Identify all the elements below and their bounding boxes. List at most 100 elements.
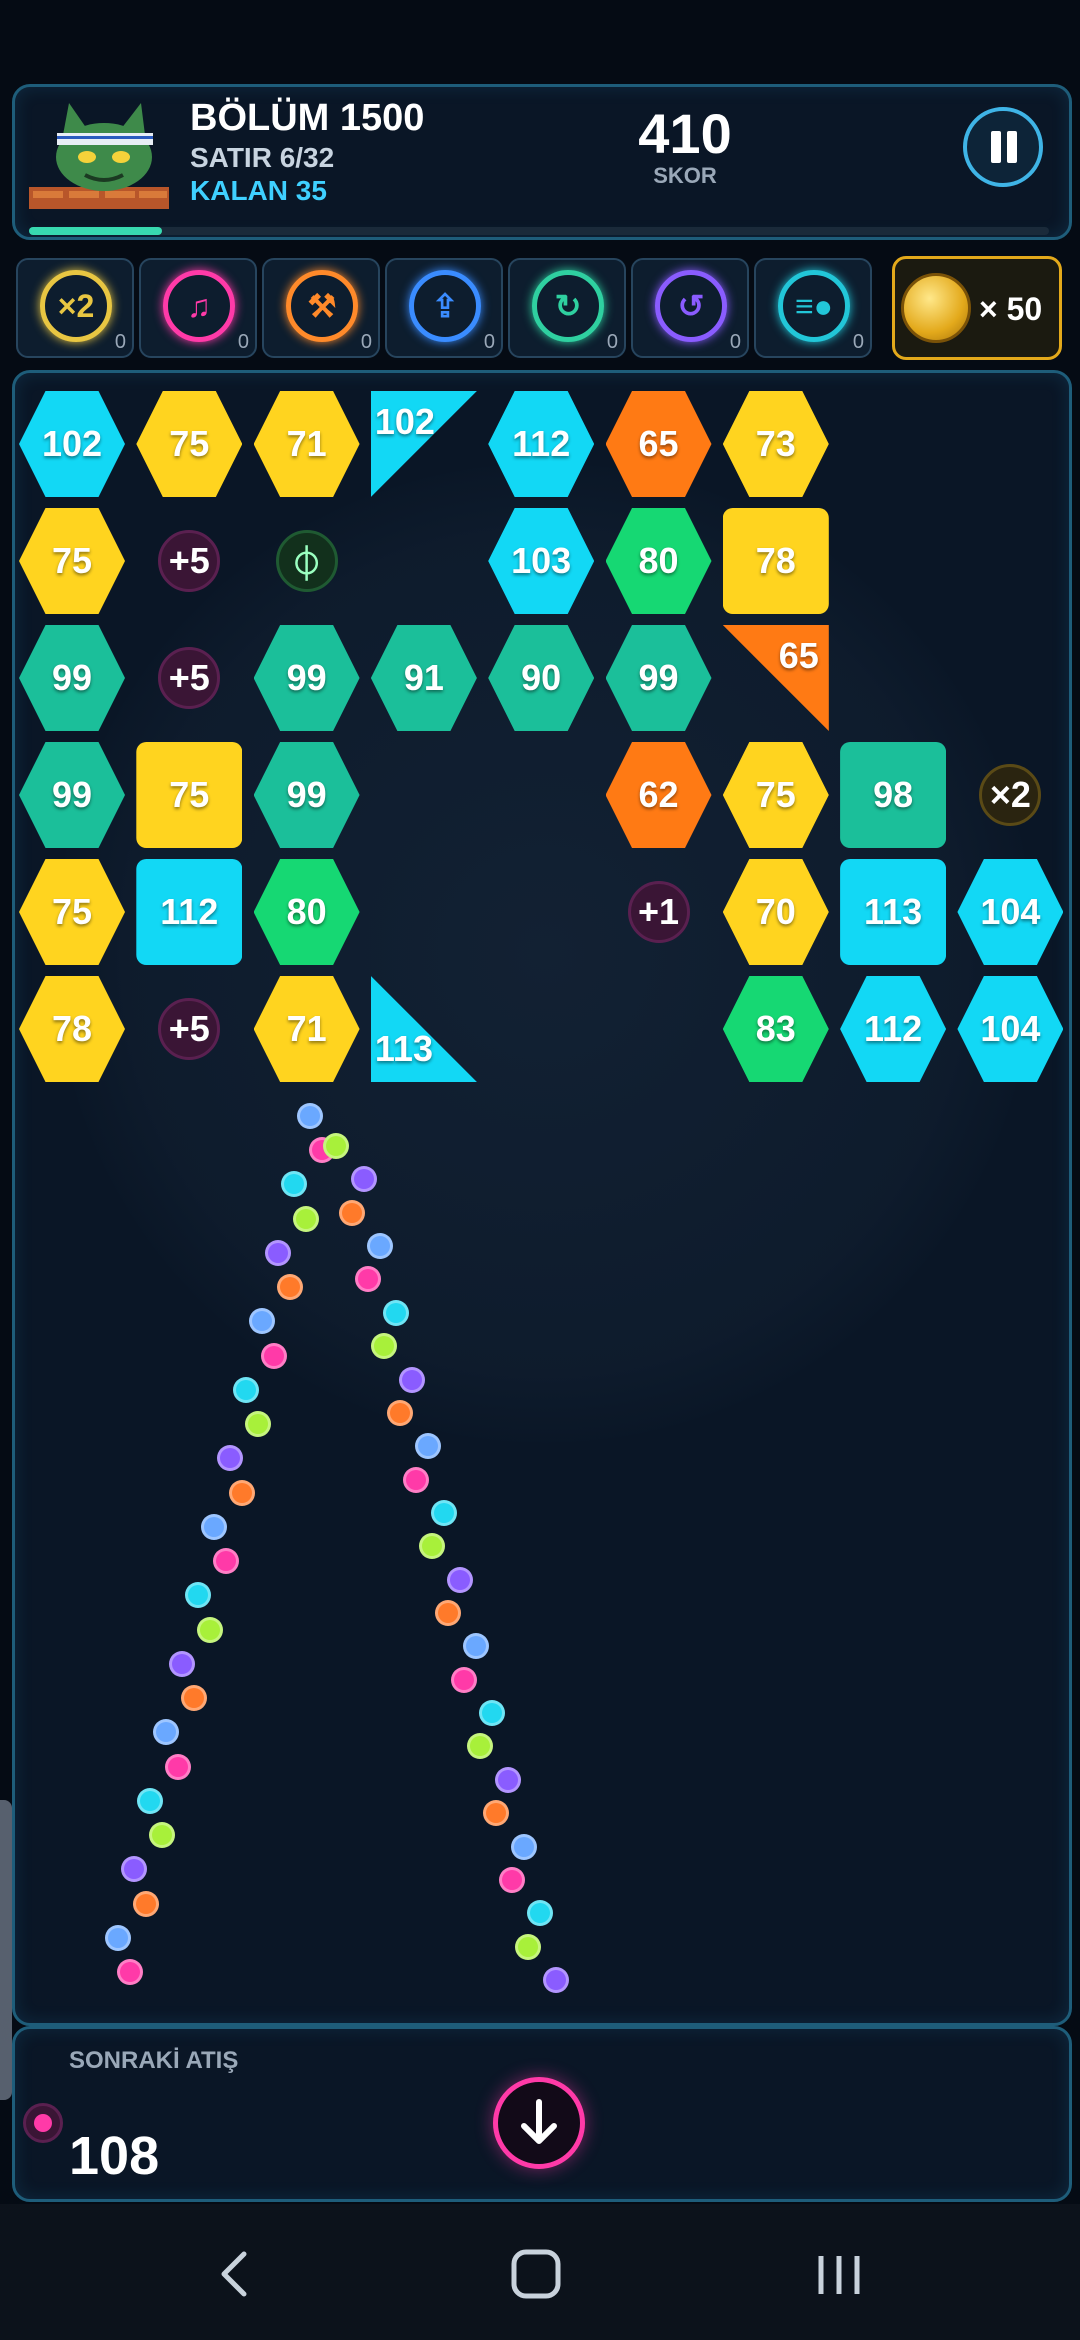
brick-value: 78 <box>755 540 796 581</box>
ball <box>213 1548 239 1575</box>
brick: 73 <box>722 391 829 497</box>
double-ball-icon: ×2 <box>57 288 95 324</box>
powerup-count: 0 <box>852 331 864 353</box>
coin-counter[interactable]: × 50 <box>892 256 1062 360</box>
level-title: BÖLÜM 1500 <box>190 97 425 139</box>
brick: 78 <box>722 508 829 614</box>
brick: 71 <box>253 391 360 497</box>
home-icon <box>511 2249 561 2299</box>
ball <box>121 1856 147 1883</box>
brick: 99 <box>19 742 125 848</box>
brick-value: 103 <box>511 540 572 581</box>
brick: 65 <box>605 391 712 497</box>
brick-value: 80 <box>286 891 327 932</box>
level-header: BÖLÜM 1500 SATIR 6/32 KALAN 35 410 SKOR <box>12 84 1072 240</box>
powerup-undo[interactable]: ↺ 0 <box>631 258 749 358</box>
brick-value: 102 <box>41 423 103 464</box>
ball <box>483 1800 509 1827</box>
brick-value: 62 <box>638 774 679 815</box>
brick: 102 <box>370 391 477 497</box>
speed-icon: ≡● <box>795 288 833 324</box>
brick-value: 112 <box>864 1008 923 1049</box>
brick-value: 75 <box>755 774 796 815</box>
powerup-count: 0 <box>606 331 618 353</box>
brick-value: 83 <box>755 1008 796 1049</box>
ball <box>367 1233 393 1260</box>
ball <box>447 1566 473 1593</box>
powerup-speed[interactable]: ≡● 0 <box>754 258 872 358</box>
brick-value: 73 <box>755 423 796 464</box>
brick-value: 75 <box>169 774 210 815</box>
brick: 75 <box>19 508 125 614</box>
brick: 90 <box>488 625 595 731</box>
ball <box>431 1499 457 1526</box>
powerup-count: 0 <box>237 331 249 353</box>
brick: 99 <box>605 625 712 731</box>
ball <box>233 1376 259 1403</box>
brick-value: 112 <box>512 423 571 464</box>
laser-pickup: ⏀ <box>275 530 338 592</box>
brick: 80 <box>605 508 712 614</box>
brick-value: 80 <box>638 540 679 581</box>
brick: 83 <box>722 976 829 1082</box>
brick-value: 113 <box>864 891 923 932</box>
brick: 75 <box>136 391 243 497</box>
powerup-double-ball[interactable]: ×2 0 <box>16 258 134 358</box>
recents-button[interactable] <box>805 2244 875 2304</box>
ball <box>185 1582 211 1609</box>
back-button[interactable] <box>200 2244 270 2304</box>
ball <box>137 1787 163 1814</box>
powerup-upload[interactable]: ⇪ 0 <box>385 258 503 358</box>
ball <box>117 1959 143 1985</box>
ball <box>511 1833 537 1860</box>
next-shot-label: SONRAKİ ATIŞ <box>69 2047 239 2074</box>
edge-panel-handle[interactable] <box>0 1800 12 2100</box>
powerup-music-note[interactable]: ♫ 0 <box>139 258 257 358</box>
ball <box>245 1411 271 1438</box>
brick: 113 <box>840 859 947 965</box>
hammer-icon: ⚒ <box>307 288 337 324</box>
brick: 75 <box>136 742 243 848</box>
ball-icon <box>23 2103 63 2143</box>
brick: 80 <box>253 859 360 965</box>
music-note-icon: ♫ <box>187 288 211 324</box>
powerup-hammer[interactable]: ⚒ 0 <box>262 258 380 358</box>
pause-icon <box>991 131 1001 163</box>
brick: 99 <box>253 625 360 731</box>
home-button[interactable] <box>500 2244 570 2304</box>
powerup-bar: ×2 0 ♫ 0 ⚒ 0 ⇪ 0 ↻ 0 ↺ 0 ≡● 0 × 50 <box>12 254 1066 366</box>
ball <box>153 1719 179 1746</box>
brick-value: 71 <box>286 423 327 464</box>
ball-count: 108 <box>69 2126 160 2186</box>
powerup-rotate[interactable]: ↻ 0 <box>508 258 626 358</box>
brick-value: 99 <box>51 774 93 815</box>
level-progress-fill <box>29 227 162 235</box>
remaining-counter: KALAN 35 <box>190 175 327 206</box>
ball <box>181 1685 207 1712</box>
brick-field[interactable]: 102 75 71 102 112 65 73 75 103 80 78 99 99 91 90 99 65 99… <box>15 373 1069 2023</box>
ball <box>351 1166 377 1193</box>
brick: 112 <box>488 391 595 497</box>
brick: 103 <box>488 508 595 614</box>
pause-button[interactable] <box>963 107 1043 187</box>
game-board[interactable]: 102 75 71 102 112 65 73 75 103 80 78 99 99 91 90 99 65 99… <box>12 370 1072 2026</box>
ball <box>499 1866 525 1893</box>
brick-value: 99 <box>286 657 327 698</box>
ball <box>399 1366 425 1393</box>
row-counter: SATIR 6/32 <box>190 142 335 173</box>
recents-icon <box>818 2256 860 2294</box>
score-label: SKOR <box>653 163 717 188</box>
brick-value: 112 <box>160 891 219 932</box>
double-pickup: ×2 <box>979 764 1042 826</box>
score-value: 410 <box>638 102 732 165</box>
brick: 75 <box>722 742 829 848</box>
ball <box>229 1479 255 1506</box>
drop-balls-button[interactable] <box>493 2077 585 2169</box>
brick: 113 <box>370 976 477 1082</box>
brick-value: 104 <box>980 891 1041 932</box>
brick: 112 <box>136 859 243 965</box>
upload-icon: ⇪ <box>431 288 459 324</box>
ball <box>479 1700 505 1727</box>
undo-icon: ↺ <box>677 288 705 324</box>
brick-value: 75 <box>51 540 93 581</box>
